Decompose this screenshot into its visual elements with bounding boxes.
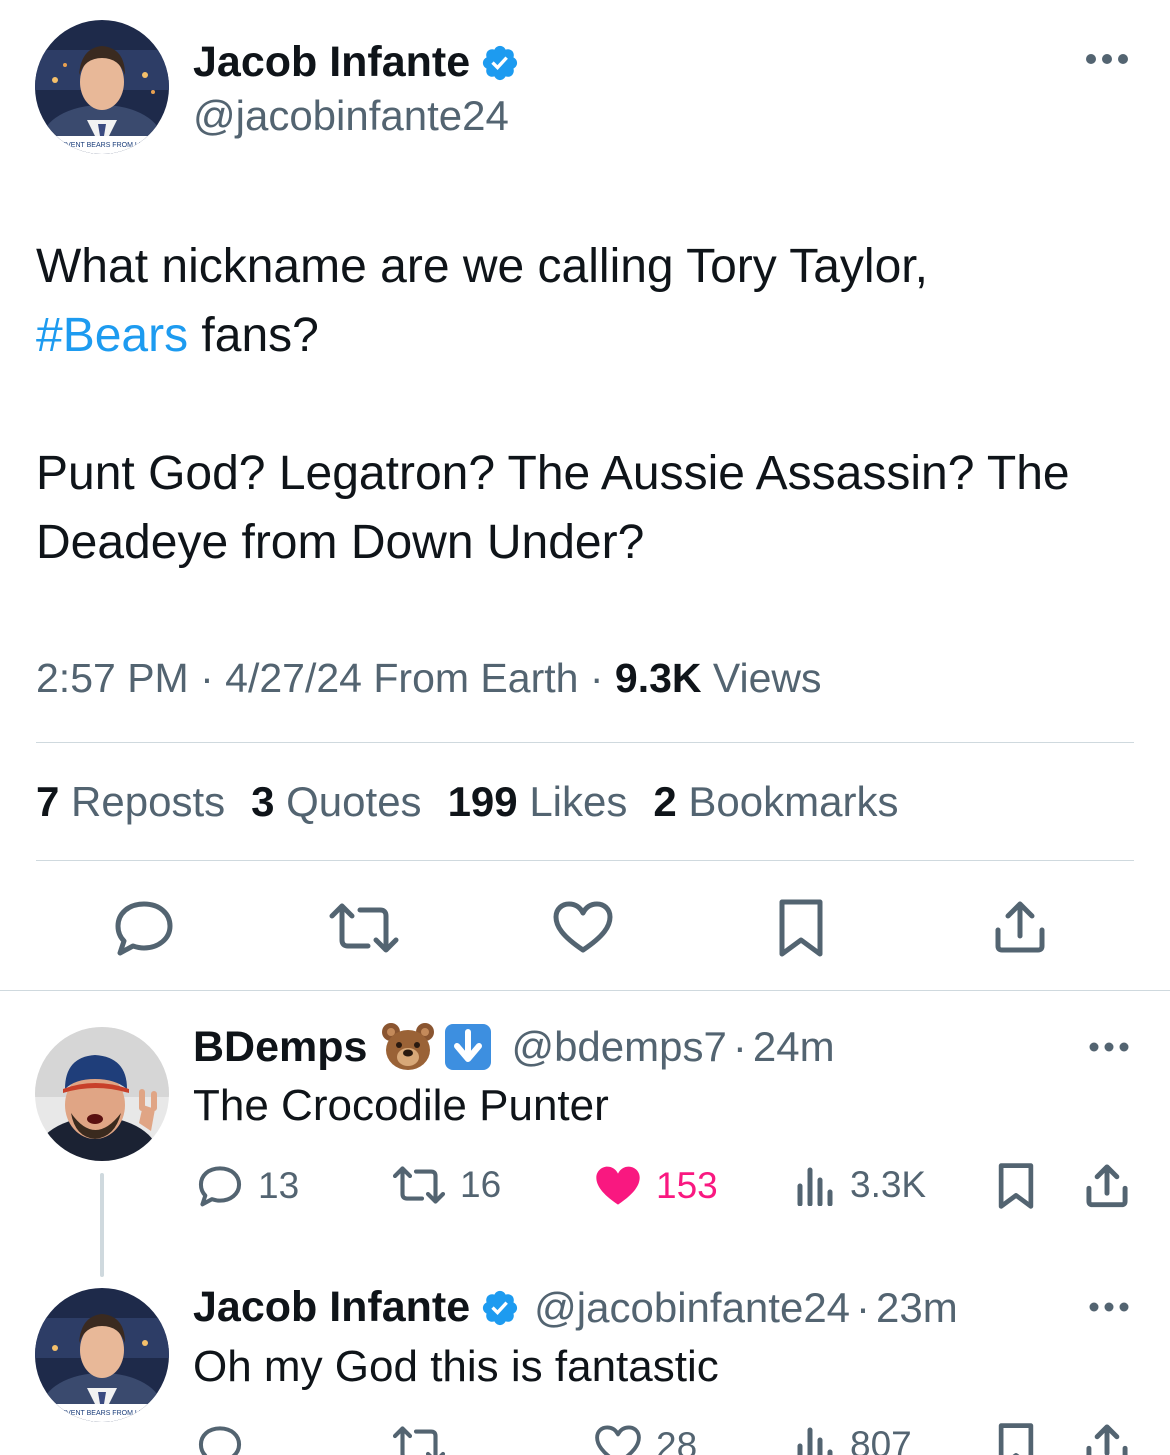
like-icon <box>595 1425 641 1455</box>
bookmarks-stat[interactable]: 2 Bookmarks <box>653 778 898 826</box>
share-icon[interactable] <box>1084 1162 1130 1208</box>
tweet-text-line2: fans? <box>188 309 319 362</box>
like-count[interactable]: 28 <box>594 1424 697 1455</box>
repost-icon[interactable] <box>328 900 400 956</box>
reply-author-handle[interactable]: @bdemps7 <box>511 1023 726 1071</box>
tweet-meta: 2:57 PM · 4/27/24 From Earth · 9.3K View… <box>36 655 822 702</box>
reply-author-handle[interactable]: @jacobinfante24 <box>534 1284 850 1332</box>
bear-emoji-icon <box>382 1023 435 1070</box>
reply-count[interactable]: 13 <box>196 1164 299 1208</box>
reply-header: Jacob Infante @jacobinfante24 · 23m <box>193 1283 958 1332</box>
likes-stat[interactable]: 199 Likes <box>448 778 628 826</box>
reply-icon <box>198 1166 242 1207</box>
views-icon <box>797 1167 833 1206</box>
quotes-stat[interactable]: 3 Quotes <box>251 778 421 826</box>
quotes-count: 3 <box>251 778 275 825</box>
views-icon <box>797 1427 833 1455</box>
tweet-text-line1: What nickname are we calling Tory Taylor… <box>36 240 928 293</box>
likes-label: Likes <box>529 778 628 825</box>
repost-icon <box>392 1166 446 1204</box>
reply-icon[interactable] <box>112 898 176 958</box>
reply-separator: · <box>732 1023 747 1070</box>
reply-header: BDemps @bdemps7 · 24m <box>193 1022 835 1072</box>
bookmark-icon[interactable] <box>778 898 824 958</box>
reply-time[interactable]: 24m <box>753 1023 835 1071</box>
avatar-caption: PREVENT BEARS FROM LEAV <box>52 1410 153 1417</box>
divider <box>0 990 1170 991</box>
reply-count-value: 13 <box>258 1165 300 1206</box>
repost-count[interactable] <box>392 1424 460 1455</box>
reply-author-avatar[interactable] <box>35 1027 169 1161</box>
main-author-avatar[interactable]: PREVENT BEARS FROM LEAV <box>35 20 169 154</box>
likes-count: 199 <box>447 778 518 825</box>
share-icon[interactable] <box>1084 1422 1130 1455</box>
reply-text: The Crocodile Punter <box>193 1081 609 1130</box>
like-icon-filled <box>596 1166 640 1205</box>
views-label: Views <box>712 655 822 701</box>
like-icon[interactable] <box>552 900 614 956</box>
main-author-name-row[interactable]: Jacob Infante <box>193 38 520 87</box>
like-count-value: 28 <box>656 1425 698 1455</box>
more-icon[interactable] <box>1088 1301 1130 1313</box>
reply-author-avatar[interactable]: PREVENT BEARS FROM LEAV <box>35 1288 169 1422</box>
repost-icon <box>392 1426 446 1455</box>
reposts-label: Reposts <box>71 778 226 825</box>
more-icon[interactable] <box>1088 1041 1130 1053</box>
view-count[interactable]: 807 <box>796 1424 912 1455</box>
bookmarks-label: Bookmarks <box>688 778 899 825</box>
thread-connector <box>100 1173 104 1277</box>
views-count: 9.3K <box>614 655 702 701</box>
share-icon[interactable] <box>992 898 1048 954</box>
meta-separator: · <box>200 655 214 701</box>
reply-separator: · <box>856 1283 871 1331</box>
bookmark-icon[interactable] <box>998 1162 1034 1210</box>
hashtag-link[interactable]: #Bears <box>36 309 188 362</box>
reply-time[interactable]: 23m <box>876 1284 958 1332</box>
tweet-text-paragraph2: Punt God? Legatron? The Aussie Assassin?… <box>36 447 1070 569</box>
main-author-name[interactable]: Jacob Infante <box>193 38 470 87</box>
avatar-caption: PREVENT BEARS FROM LEAV <box>52 142 153 149</box>
repost-count-value: 16 <box>460 1164 502 1205</box>
tweet-source: From Earth <box>373 655 579 701</box>
verified-badge-icon <box>483 1290 518 1325</box>
view-count[interactable]: 3.3K <box>796 1164 926 1206</box>
quotes-label: Quotes <box>286 778 422 825</box>
divider <box>36 860 1134 861</box>
reply-icon <box>198 1426 242 1455</box>
bookmarks-count: 2 <box>653 778 677 825</box>
reposts-count: 7 <box>36 778 60 825</box>
bookmark-icon[interactable] <box>998 1422 1034 1455</box>
divider <box>36 742 1134 743</box>
down-arrow-emoji-icon <box>445 1024 492 1070</box>
like-count[interactable]: 153 <box>594 1164 718 1208</box>
tweet-date[interactable]: 4/27/24 <box>225 655 362 701</box>
like-count-value: 153 <box>656 1165 718 1206</box>
repost-count[interactable]: 16 <box>392 1164 501 1206</box>
reply-text: Oh my God this is fantastic <box>193 1342 719 1391</box>
tweet-body: What nickname are we calling Tory Taylor… <box>36 232 1136 577</box>
reposts-stat[interactable]: 7 Reposts <box>36 778 225 826</box>
main-author-handle[interactable]: @jacobinfante24 <box>193 92 509 140</box>
meta-separator: · <box>589 655 604 701</box>
engagement-stats: 7 Reposts 3 Quotes 199 Likes 2 Bookmarks <box>36 778 898 826</box>
view-count-value: 807 <box>850 1424 912 1455</box>
reply-author-name[interactable]: BDemps <box>193 1023 367 1072</box>
reply-author-name[interactable]: Jacob Infante <box>193 1283 470 1332</box>
reply-count[interactable] <box>196 1424 258 1455</box>
tweet-time[interactable]: 2:57 PM <box>36 655 189 701</box>
verified-badge-icon <box>483 45 518 80</box>
more-icon[interactable] <box>1084 52 1130 66</box>
view-count-value: 3.3K <box>850 1164 927 1205</box>
